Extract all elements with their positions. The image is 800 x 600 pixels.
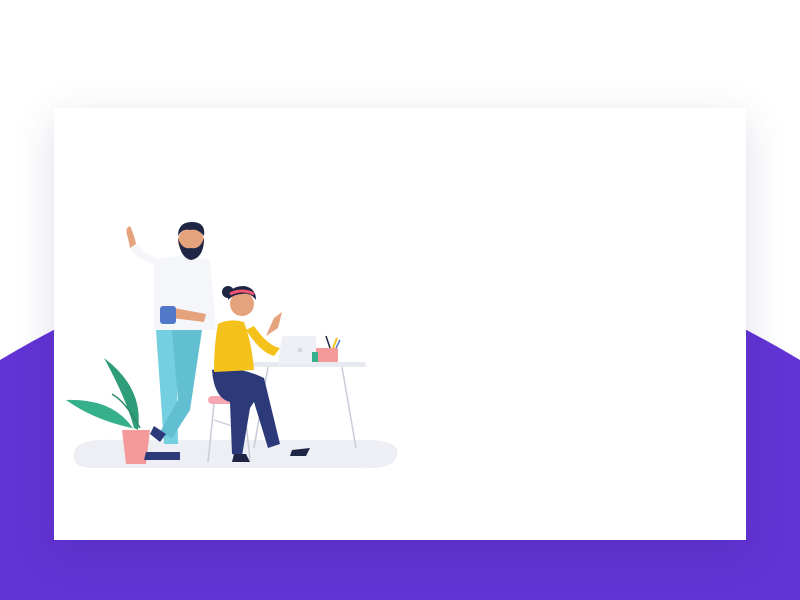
team-illustration — [66, 222, 398, 469]
woman-at-desk-icon — [212, 286, 310, 462]
man-waving-icon — [126, 222, 216, 460]
pencil-cup-icon — [312, 335, 341, 362]
laptop-icon — [278, 336, 316, 364]
illustration-card — [54, 108, 746, 540]
